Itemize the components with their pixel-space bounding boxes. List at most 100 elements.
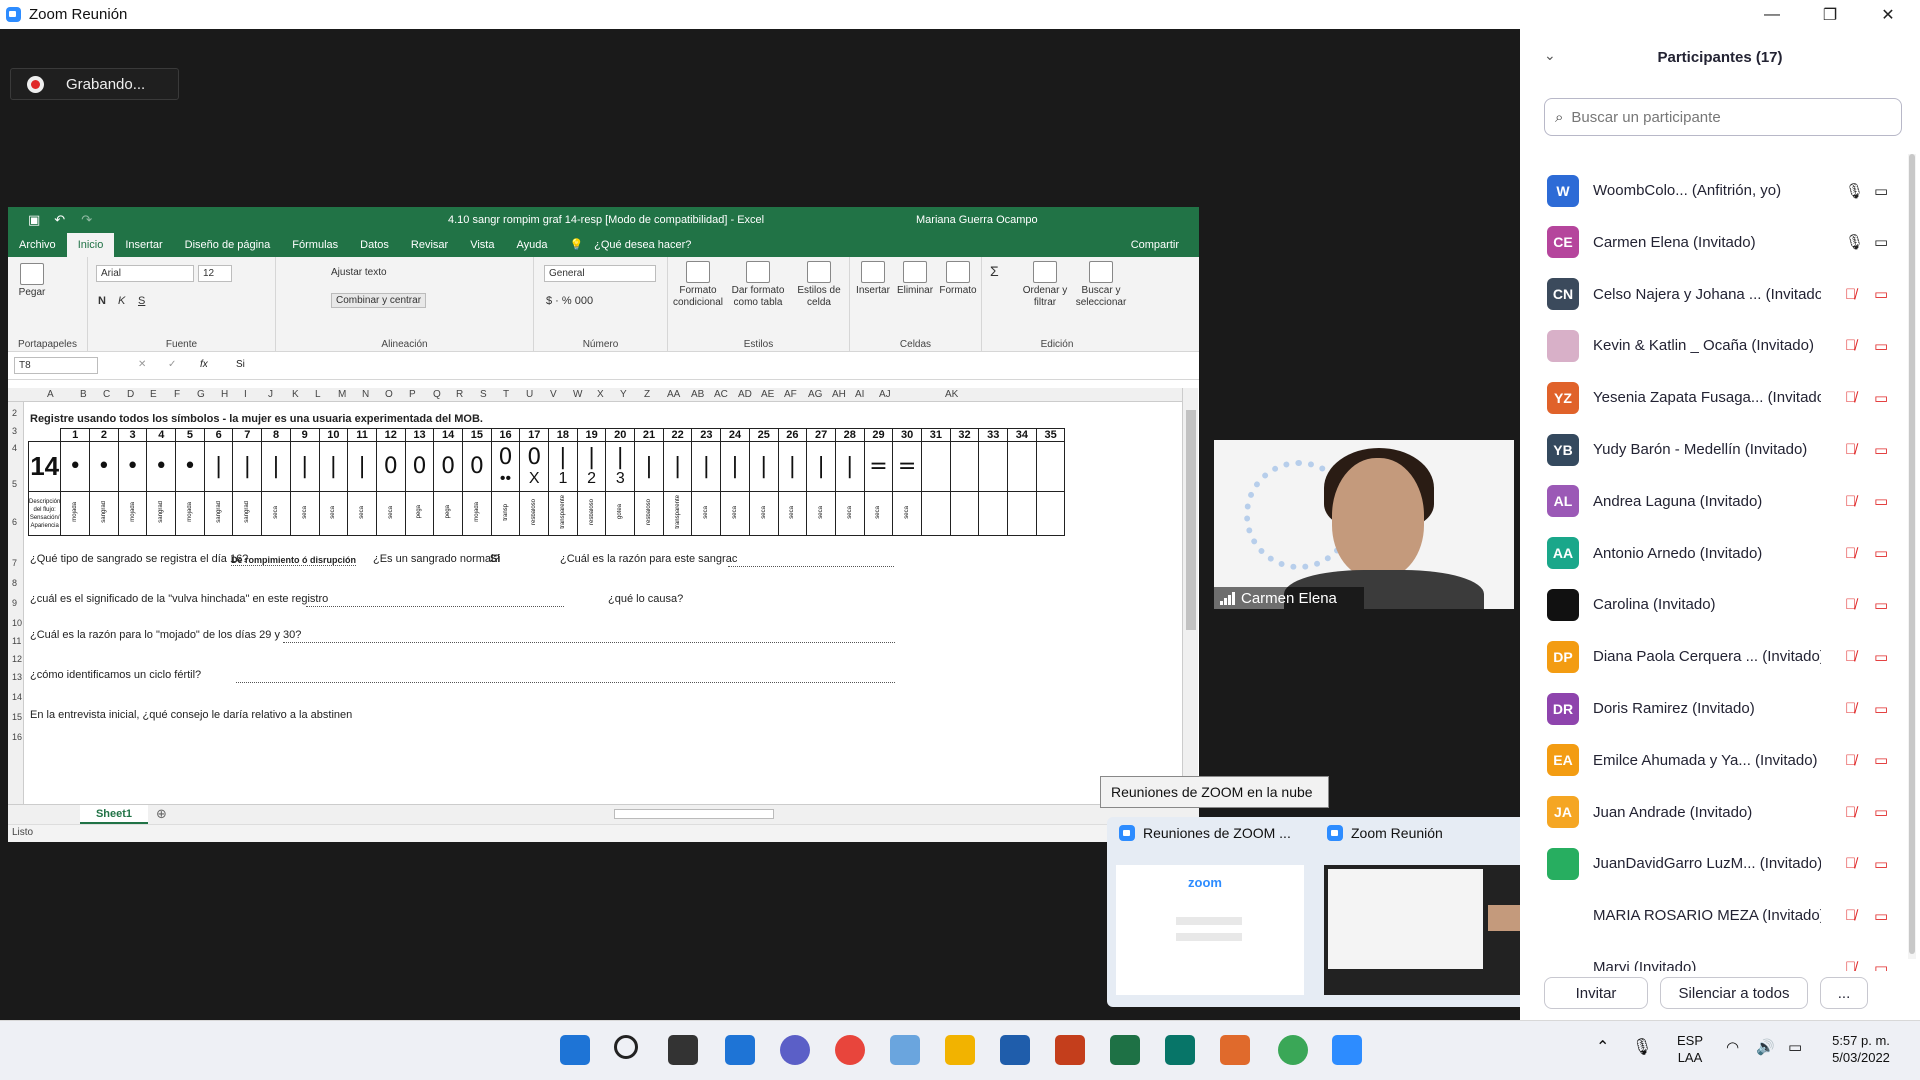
volume-icon[interactable]: 🔊 [1756, 1039, 1775, 1056]
menu-formulas[interactable]: Fórmulas [281, 233, 349, 257]
number-format-box[interactable]: General [544, 265, 656, 282]
day-description[interactable]: sangrad [146, 491, 177, 536]
day-symbol[interactable]: | [834, 441, 865, 492]
column-header[interactable]: V [550, 389, 557, 400]
column-header[interactable]: J [268, 389, 273, 400]
search-icon[interactable] [614, 1035, 638, 1059]
currency-button[interactable]: $ · % 000 [546, 295, 593, 307]
menu-revisar[interactable]: Revisar [400, 233, 459, 257]
participant-row[interactable]: JuanDavidGarro LuzM... (Invitado) 🎙̸ ▭ [1520, 838, 1908, 889]
mic-muted-icon[interactable]: 🎙̸ [1845, 700, 1856, 717]
mic-muted-icon[interactable]: 🎙̸ [1845, 907, 1856, 924]
bold-button[interactable]: N [98, 295, 106, 307]
camera-icon[interactable]: ▭ [1874, 492, 1888, 510]
excel-icon[interactable] [1110, 1035, 1140, 1065]
participant-search-input[interactable]: ⌕ Buscar un participante [1544, 98, 1902, 136]
participant-row[interactable]: AA Antonio Arnedo (Invitado) 🎙̸ ▭ [1520, 528, 1908, 579]
day-symbol[interactable]: | [203, 441, 234, 492]
camera-icon[interactable]: ▭ [1874, 803, 1888, 821]
participant-row[interactable]: Kevin & Katlin _ Ocaña (Invitado) 🎙̸ ▭ [1520, 320, 1908, 371]
participant-row[interactable]: Carolina (Invitado) 🎙̸ ▭ [1520, 579, 1908, 630]
day-description[interactable]: seca [375, 491, 406, 536]
day-description[interactable]: mojada [461, 491, 492, 536]
zoom-taskbar-icon[interactable] [1332, 1035, 1362, 1065]
column-header[interactable]: AC [714, 389, 728, 400]
participant-row[interactable]: EA Emilce Ahumada y Ya... (Invitado) 🎙̸ ▭ [1520, 735, 1908, 786]
day-description[interactable]: seca [863, 491, 894, 536]
column-header[interactable]: W [573, 389, 582, 400]
column-header[interactable]: AG [808, 389, 822, 400]
mic-muted-icon[interactable]: 🎙̸ [1845, 441, 1856, 458]
day-symbol[interactable]: 0X [519, 441, 550, 492]
day-description[interactable] [978, 491, 1009, 536]
day-description[interactable]: seca [289, 491, 320, 536]
microphone-icon[interactable]: 🎙 [1632, 1039, 1652, 1056]
day-description[interactable]: seca [691, 491, 722, 536]
day-symbol[interactable]: = [892, 441, 922, 492]
day-symbol[interactable]: 0 [404, 441, 435, 492]
participant-row[interactable]: DR Doris Ramirez (Invitado) 🎙̸ ▭ [1520, 683, 1908, 734]
column-header[interactable]: Q [433, 389, 441, 400]
restore-button[interactable]: ❐ [1801, 0, 1859, 29]
find-select-button[interactable]: Buscar y seleccionar [1072, 261, 1130, 309]
mic-muted-icon[interactable]: 🎙̸ [1845, 804, 1856, 821]
battery-icon[interactable]: ▭ [1788, 1039, 1802, 1056]
column-header[interactable]: AE [761, 389, 774, 400]
column-header[interactable]: AD [738, 389, 752, 400]
chevron-down-icon[interactable]: ⌄ [1544, 47, 1556, 64]
format-cells-button[interactable]: Formato [936, 261, 980, 297]
participant-row[interactable]: YZ Yesenia Zapata Fusaga... (Invitado) 🎙̸ ▭ [1520, 372, 1908, 423]
day-description[interactable]: seca [892, 491, 922, 536]
row-header[interactable]: 15 [12, 712, 22, 722]
column-header[interactable]: S [480, 389, 487, 400]
file-explorer-icon[interactable] [945, 1035, 975, 1065]
day-symbol[interactable]: | [777, 441, 808, 492]
tell-me-box[interactable]: ¿Qué desea hacer? [594, 239, 691, 251]
day-description[interactable]: pega [404, 491, 435, 536]
day-description[interactable]: seca [748, 491, 779, 536]
camera-icon[interactable]: ▭ [1874, 389, 1888, 407]
row-header[interactable]: 11 [12, 636, 21, 646]
column-header[interactable]: AI [855, 389, 864, 400]
day-symbol[interactable]: 0 [461, 441, 492, 492]
column-header[interactable]: AJ [879, 389, 891, 400]
day-description[interactable]: transparente [662, 491, 693, 536]
participant-video[interactable]: Carmen Elena [1214, 440, 1514, 609]
day-symbol[interactable]: • [146, 441, 177, 492]
save-icon[interactable]: ▣ [28, 212, 40, 228]
column-header[interactable]: D [127, 389, 134, 400]
menu-diseno[interactable]: Diseño de página [174, 233, 282, 257]
row-header[interactable]: 16 [12, 732, 22, 742]
preview-item-meeting[interactable]: Zoom Reunión [1327, 825, 1443, 841]
day-symbol[interactable]: | [289, 441, 320, 492]
day-description[interactable]: seca [347, 491, 377, 536]
day-description[interactable]: gotea [605, 491, 636, 536]
scroll-thumb[interactable] [1186, 410, 1196, 630]
preview-thumbnail-cloud[interactable]: zoom [1116, 865, 1304, 995]
participant-row[interactable]: JA Juan Andrade (Invitado) 🎙̸ ▭ [1520, 787, 1908, 838]
day-symbol[interactable]: • [117, 441, 148, 492]
day-description[interactable]: transp [490, 491, 521, 536]
column-header[interactable]: B [80, 389, 87, 400]
preview-item-cloud[interactable]: Reuniones de ZOOM ... [1119, 825, 1291, 841]
day-symbol[interactable]: | 1 [548, 441, 578, 492]
row-header[interactable]: 8 [12, 578, 17, 588]
column-header[interactable]: A [47, 389, 54, 400]
column-header[interactable]: K [292, 389, 299, 400]
row-header[interactable]: 3 [12, 426, 17, 436]
day-symbol[interactable]: | [748, 441, 779, 492]
day-symbol[interactable]: 0 [433, 441, 463, 492]
mic-muted-icon[interactable]: 🎙̸ [1845, 752, 1856, 769]
day-description[interactable] [920, 491, 951, 536]
row-header[interactable]: 6 [12, 517, 17, 527]
camera-icon[interactable]: ▭ [1874, 544, 1888, 562]
day-symbol[interactable]: • [175, 441, 205, 492]
column-header[interactable]: X [597, 389, 604, 400]
task-view-icon[interactable] [668, 1035, 698, 1065]
recording-indicator[interactable]: Grabando... [10, 68, 179, 100]
minimize-button[interactable]: — [1743, 0, 1801, 29]
row-header[interactable]: 10 [12, 618, 22, 628]
day-description[interactable]: seca [261, 491, 291, 536]
italic-button[interactable]: K [118, 295, 125, 307]
sheet-tab-sheet1[interactable]: Sheet1 [80, 805, 148, 824]
